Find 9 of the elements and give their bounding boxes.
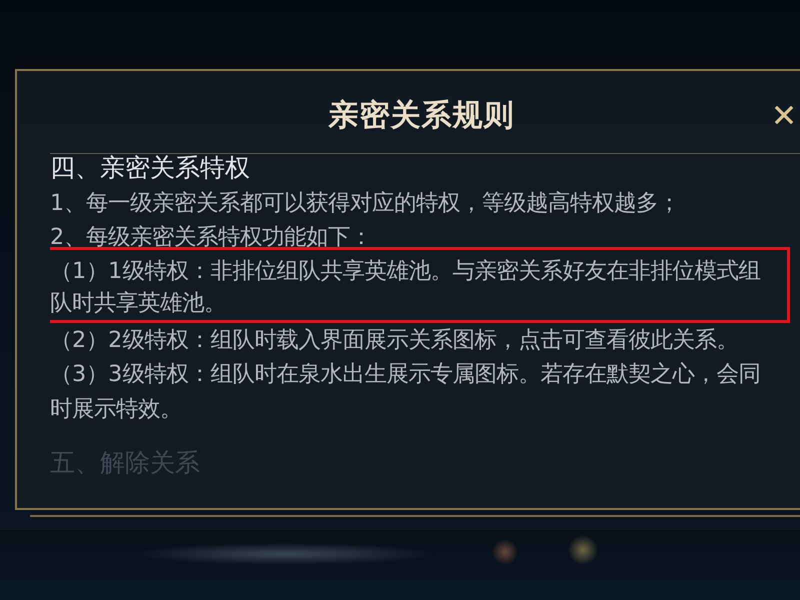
dialog-title: 亲密关系规则 [328,96,514,134]
close-icon [775,106,793,124]
rule-text: （2）2级特权：组队时载入界面展示关系图标，点击可查看彼此关系。 [50,326,740,354]
section-heading: 四、亲密关系特权 [50,154,251,184]
close-button[interactable] [774,105,794,125]
rule-text: 1、每一级亲密关系都可以获得对应的特权，等级越高特权越多； [50,188,682,218]
rule-text: 2、每级亲密关系特权功能如下： [50,223,374,252]
rule-text: （3）3级特权：组队时在泉水出生展示专属图标。若存在默契之心，会同时展示特效。 [50,360,762,424]
rule-text: （1）1级特权：非排位组队共享英雄池。与亲密关系好友在非排位模式组队时共享英雄池。 [50,256,762,318]
